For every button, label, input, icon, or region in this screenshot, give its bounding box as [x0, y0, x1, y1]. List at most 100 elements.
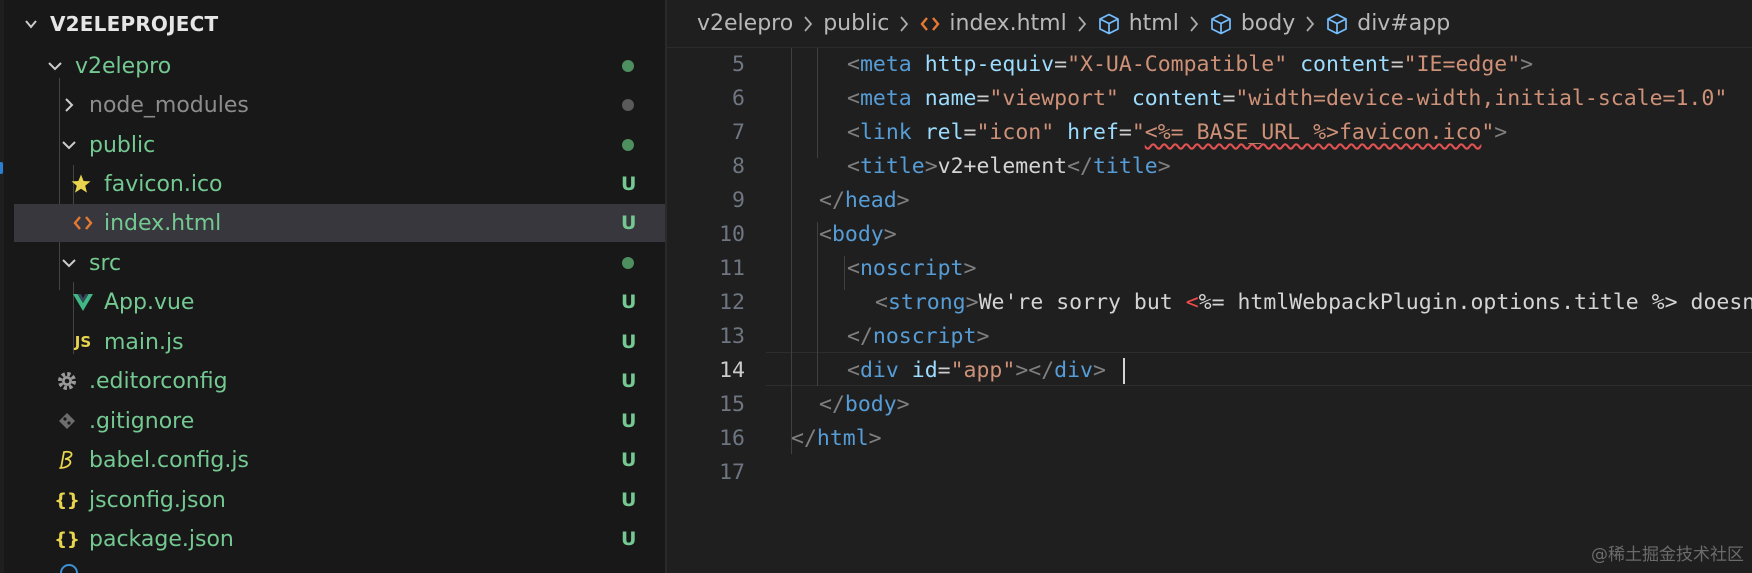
tree-label: main.js — [104, 329, 184, 355]
explorer-root-header[interactable]: V2ELEPROJECT — [24, 9, 218, 39]
code-line: <body> — [819, 222, 897, 247]
breadcrumb-folder-v2elepro[interactable]: v2elepro — [697, 11, 793, 36]
tree-folder-v2elepro[interactable]: v2elepro — [14, 47, 667, 85]
chevron-right-icon — [804, 15, 813, 32]
git-status-badge: U — [621, 173, 637, 195]
tree-label: jsconfig.json — [89, 487, 226, 513]
code-editor[interactable]: 5 6 7 8 9 10 11 12 13 14 15 16 17 <meta … — [667, 48, 1752, 573]
tree-label: node_modules — [89, 92, 249, 118]
code-line: <meta http-equiv="X-UA-Compatible" conte… — [847, 52, 1534, 77]
activity-indicator — [0, 162, 3, 174]
html-icon — [920, 16, 940, 31]
chevron-right-icon — [900, 15, 909, 32]
breadcrumb-file-index-html[interactable]: index.html — [919, 11, 1067, 36]
git-status-badge: U — [621, 449, 637, 471]
tree-file-partial[interactable] — [14, 560, 667, 573]
chevron-right-icon — [1306, 15, 1315, 32]
tree-label: babel.config.js — [89, 447, 249, 473]
explorer-root-title: V2ELEPROJECT — [50, 12, 219, 36]
git-status-badge: U — [621, 489, 637, 511]
babel-icon — [59, 450, 73, 469]
breadcrumb-symbol-html[interactable]: html — [1097, 11, 1179, 36]
code-line-active: <div id="app"></div> — [847, 358, 1106, 383]
star-icon — [71, 174, 91, 193]
tree-file-favicon[interactable]: favicon.ico U — [14, 165, 667, 203]
line-number: 15 — [719, 392, 745, 417]
status-dot — [622, 257, 634, 269]
activity-edge — [0, 0, 4, 573]
tree-file-main-js[interactable]: JS main.js U — [14, 323, 667, 361]
git-status-badge: U — [621, 291, 637, 313]
breadcrumb-label: html — [1128, 11, 1179, 36]
git-status-badge: U — [621, 331, 637, 353]
git-status-badge: U — [621, 528, 637, 550]
git-status-badge: U — [621, 370, 637, 392]
chevron-down-icon — [62, 259, 76, 268]
indent-guide — [817, 48, 818, 158]
tree-folder-public[interactable]: public — [14, 126, 667, 164]
status-dot — [622, 60, 634, 72]
chevron-right-icon — [65, 98, 74, 112]
breadcrumb-symbol-div-app[interactable]: div#app — [1325, 11, 1450, 36]
js-icon: JS — [74, 333, 92, 351]
code-line: <link rel="icon" href="<%= BASE_URL %>fa… — [847, 120, 1508, 145]
code-line: </noscript> — [847, 324, 990, 349]
tree-label: favicon.ico — [104, 171, 223, 197]
breadcrumb-label: div#app — [1357, 11, 1451, 36]
chevron-down-icon — [48, 62, 62, 71]
tree-label: package.json — [89, 526, 234, 552]
tree-file-editorconfig[interactable]: .editorconfig U — [14, 362, 667, 400]
vue-icon — [73, 294, 93, 311]
breadcrumb: v2elepro public index.html html body div… — [667, 0, 1752, 48]
line-number: 7 — [732, 120, 745, 145]
tree-label: .editorconfig — [89, 368, 228, 394]
line-number: 13 — [719, 324, 745, 349]
tree-label: public — [89, 132, 156, 158]
chevron-down-icon — [62, 141, 76, 150]
breadcrumb-folder-public[interactable]: public — [823, 11, 889, 36]
line-number: 16 — [719, 426, 745, 451]
tree-label: App.vue — [104, 289, 195, 315]
cube-icon — [1327, 13, 1348, 34]
tree-file-jsconfig[interactable]: {} jsconfig.json U — [14, 481, 667, 519]
status-dot — [622, 99, 634, 111]
line-number-active: 14 — [719, 358, 745, 383]
tree-label: .gitignore — [89, 408, 195, 434]
code-line: <title>v2+element</title> — [847, 154, 1171, 179]
tree-folder-src[interactable]: src — [14, 244, 667, 282]
chevron-right-icon — [1078, 15, 1086, 32]
git-status-badge: U — [621, 212, 637, 234]
git-status-badge: U — [621, 410, 637, 432]
line-number: 8 — [732, 154, 745, 179]
explorer-panel: V2ELEPROJECT v2elepro node_modules publi… — [0, 0, 667, 573]
line-number: 6 — [732, 86, 745, 111]
line-number: 17 — [719, 460, 745, 485]
breadcrumb-label: index.html — [949, 11, 1067, 36]
template-expression-error: <%= BASE_URL %>favicon.ico — [1144, 120, 1482, 145]
tree-file-index-html[interactable]: index.html U — [14, 204, 667, 242]
cube-icon — [1210, 13, 1231, 34]
status-dot — [622, 139, 634, 151]
tree-file-gitignore[interactable]: .gitignore U — [14, 402, 667, 440]
code-line: <strong>We're sorry but <%= htmlWebpackP… — [875, 290, 1752, 315]
tree-folder-node-modules[interactable]: node_modules — [14, 86, 667, 124]
chevron-right-icon — [1190, 15, 1198, 32]
breadcrumb-label: public — [823, 11, 890, 36]
info-icon — [60, 564, 78, 573]
watermark: @稀土掘金技术社区 — [1591, 545, 1744, 565]
tree-file-package-json[interactable]: {} package.json U — [14, 520, 667, 558]
breadcrumb-symbol-body[interactable]: body — [1209, 11, 1295, 36]
gear-icon — [58, 372, 76, 390]
code-line: <meta name="viewport" content="width=dev… — [847, 86, 1728, 111]
tree-file-babel-config[interactable]: babel.config.js U — [14, 441, 667, 479]
text-cursor — [1123, 358, 1125, 384]
indent-guide — [791, 48, 792, 454]
html-icon — [73, 216, 93, 230]
line-number: 10 — [719, 222, 745, 247]
tree-label: index.html — [104, 210, 222, 236]
indent-guide — [844, 256, 845, 290]
code-line: </body> — [819, 392, 910, 417]
tree-file-app-vue[interactable]: App.vue U — [14, 283, 667, 321]
line-number: 12 — [719, 290, 745, 315]
indent-guide — [817, 222, 818, 386]
